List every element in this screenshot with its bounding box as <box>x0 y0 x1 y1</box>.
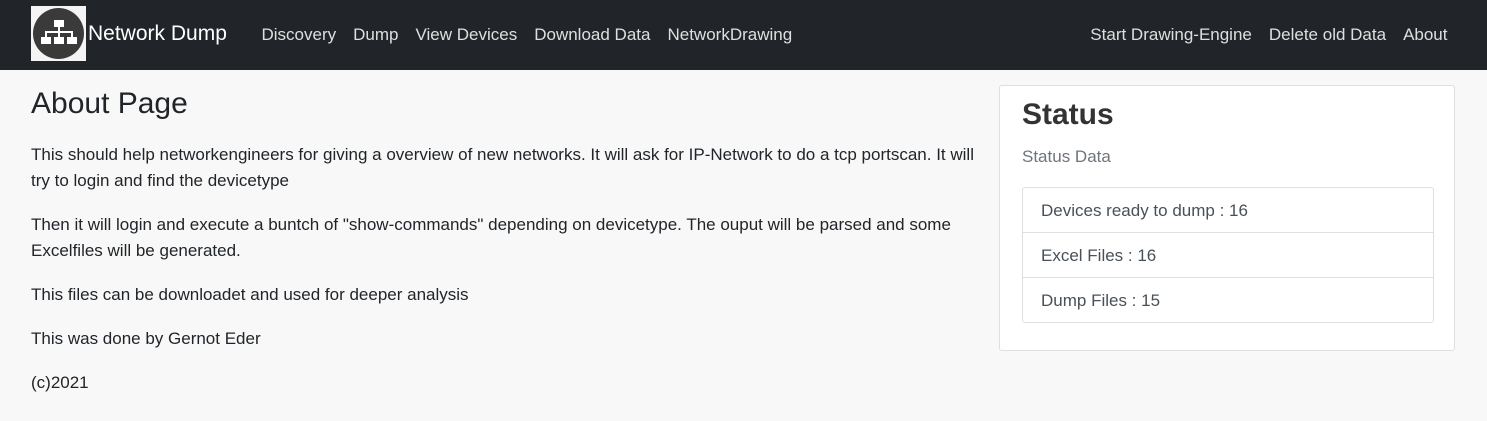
brand-title[interactable]: Network Dump <box>88 22 227 46</box>
page-title: About Page <box>31 87 188 120</box>
status-devices-ready: Devices ready to dump : 16 <box>1041 201 1248 220</box>
nav-link-about[interactable]: About <box>1395 25 1456 45</box>
about-content: About Page This should help networkengin… <box>31 86 976 414</box>
about-paragraph: This files can be downloadet and used fo… <box>31 285 469 304</box>
status-excel-files: Excel Files : 16 <box>1023 232 1433 277</box>
about-paragraph: Then it will login and execute a buntch … <box>31 215 951 260</box>
nav-link-view-devices[interactable]: View Devices <box>407 25 526 45</box>
brand[interactable]: Network Dump <box>31 6 227 61</box>
author-line: This was done by Gernot Eder <box>31 329 261 348</box>
nav-main-links: Discovery Dump View Devices Download Dat… <box>253 0 801 70</box>
nav-link-network-drawing[interactable]: NetworkDrawing <box>659 25 801 45</box>
nav-link-discovery[interactable]: Discovery <box>253 25 345 45</box>
copyright-line: (c)2021 <box>31 373 89 392</box>
nav-link-delete-old-data[interactable]: Delete old Data <box>1260 25 1394 45</box>
network-topology-icon[interactable] <box>31 6 86 61</box>
navbar: Network Dump Discovery Dump View Devices… <box>0 0 1487 70</box>
status-dump-files: Dump Files : 15 <box>1023 277 1433 322</box>
nav-link-dump[interactable]: Dump <box>345 25 407 45</box>
status-card: Status Status Data Devices ready to dump… <box>999 85 1455 351</box>
status-list: Devices ready to dump : 16 Excel Files :… <box>1022 187 1434 323</box>
nav-link-start-drawing-engine[interactable]: Start Drawing-Engine <box>1082 25 1261 45</box>
status-subtitle: Status Data <box>1022 147 1111 166</box>
nav-link-download-data[interactable]: Download Data <box>526 25 659 45</box>
about-paragraph: This should help networkengineers for gi… <box>31 145 974 190</box>
nav-utility-links: Start Drawing-Engine Delete old Data Abo… <box>1082 0 1456 70</box>
status-title: Status <box>1022 98 1114 131</box>
